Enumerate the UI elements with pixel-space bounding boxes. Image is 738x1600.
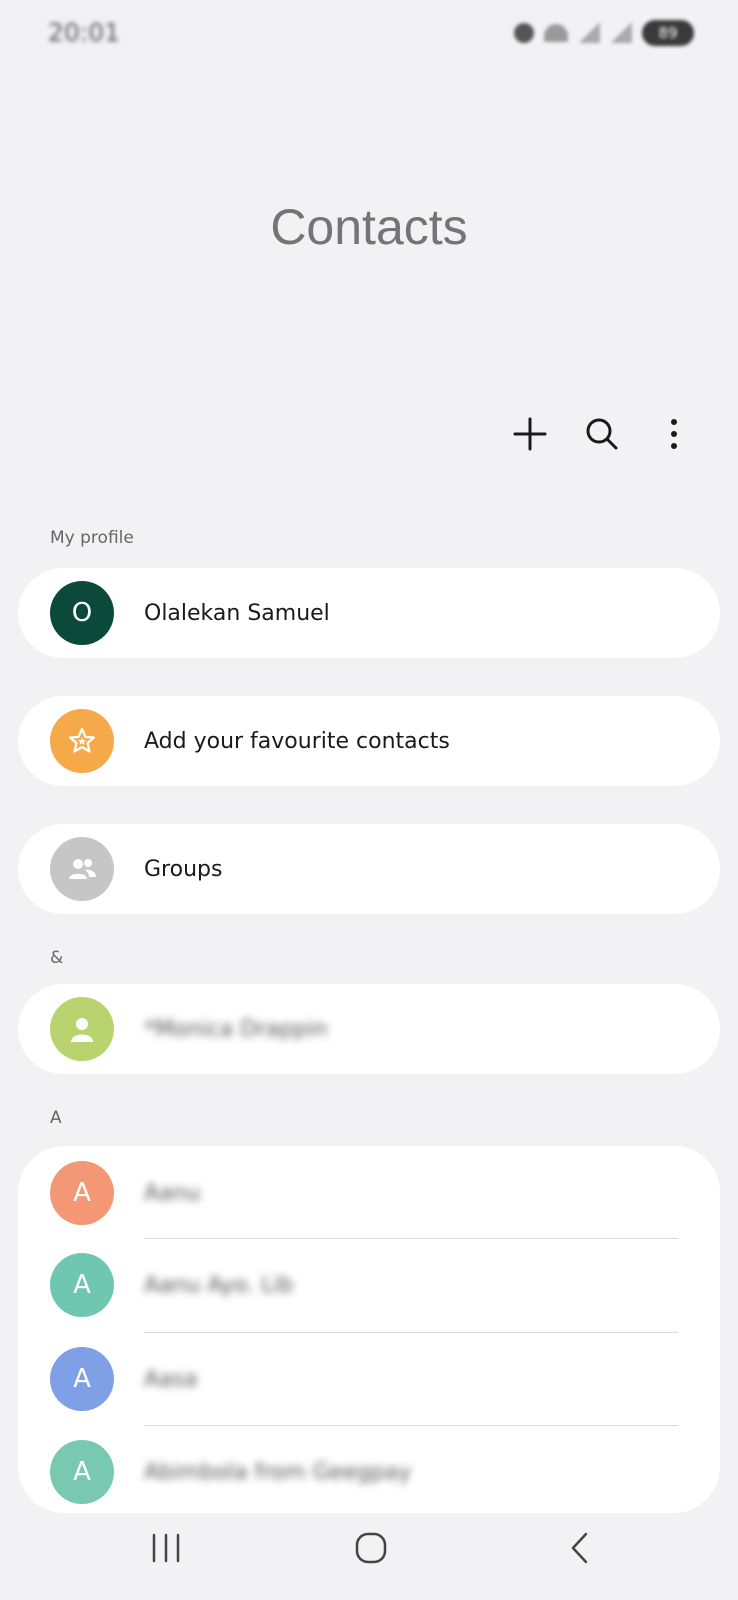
avatar-initial: O: [71, 598, 93, 628]
more-options-button[interactable]: [650, 410, 698, 458]
more-vert-icon: [671, 419, 677, 449]
status-icons: 89: [514, 20, 694, 46]
signal-icon-2: [610, 23, 632, 43]
avatar-initial: A: [73, 1270, 91, 1300]
contact-name: *Monica Drappin: [144, 1017, 328, 1042]
search-button[interactable]: [578, 410, 626, 458]
home-button[interactable]: [341, 1518, 401, 1578]
signal-icon: [578, 23, 600, 43]
recent-apps-button[interactable]: [136, 1518, 196, 1578]
favourites-card[interactable]: Add your favourite contacts: [18, 696, 720, 786]
toolbar: [506, 410, 698, 458]
back-button[interactable]: [550, 1518, 610, 1578]
contact-avatar: A: [50, 1161, 114, 1225]
recent-apps-icon: [152, 1533, 180, 1563]
person-icon: [71, 1018, 93, 1042]
contact-row[interactable]: A Aanu Ayo. Lib: [18, 1239, 720, 1331]
contact-avatar: A: [50, 1440, 114, 1504]
navigation-bar: [0, 1508, 738, 1600]
add-contact-button[interactable]: [506, 410, 554, 458]
notification-dot-icon: [514, 23, 534, 43]
wifi-icon: [544, 24, 568, 42]
back-icon: [571, 1532, 588, 1564]
contact-avatar: [50, 997, 114, 1061]
home-icon: [355, 1532, 387, 1564]
plus-icon: [513, 417, 547, 451]
contact-avatar: A: [50, 1253, 114, 1317]
avatar-initial: A: [73, 1457, 91, 1487]
my-profile-card[interactable]: O Olalekan Samuel: [18, 568, 720, 658]
contact-avatar: A: [50, 1347, 114, 1411]
amp-contacts-card: *Monica Drappin: [18, 984, 720, 1074]
section-label-a: A: [50, 1108, 62, 1128]
star-icon: [68, 727, 96, 753]
section-label-amp: &: [50, 948, 64, 968]
contact-row[interactable]: A Aasa: [18, 1333, 720, 1425]
avatar-initial: A: [73, 1178, 91, 1208]
contact-row[interactable]: A Abimbola from Geegpay: [18, 1426, 720, 1513]
battery-icon: 89: [642, 20, 694, 46]
search-icon: [586, 418, 618, 450]
contact-name: Aasa: [144, 1367, 198, 1392]
contact-name: Aanu: [144, 1181, 201, 1206]
groups-row[interactable]: Groups: [18, 824, 720, 914]
avatar-initial: A: [73, 1364, 91, 1394]
people-icon: [69, 859, 96, 879]
profile-name: Olalekan Samuel: [144, 601, 330, 626]
contact-row[interactable]: A Aanu: [18, 1146, 720, 1238]
contact-name: Aanu Ayo. Lib: [144, 1273, 294, 1298]
avatar: O: [50, 581, 114, 645]
my-profile-row[interactable]: O Olalekan Samuel: [18, 568, 720, 658]
groups-card[interactable]: Groups: [18, 824, 720, 914]
favourites-label: Add your favourite contacts: [144, 729, 450, 754]
status-time: 20:01: [48, 18, 121, 47]
groups-label: Groups: [144, 857, 223, 882]
contact-name: Abimbola from Geegpay: [144, 1460, 412, 1485]
groups-avatar: [50, 837, 114, 901]
section-label-my-profile: My profile: [50, 528, 134, 548]
favourites-row[interactable]: Add your favourite contacts: [18, 696, 720, 786]
status-bar: 20:01 89: [0, 0, 738, 66]
contact-row[interactable]: *Monica Drappin: [18, 984, 720, 1074]
favourites-avatar: [50, 709, 114, 773]
a-contacts-card: A Aanu A Aanu Ayo. Lib A Aasa A Abimbola…: [18, 1146, 720, 1513]
page-title: Contacts: [270, 199, 468, 255]
